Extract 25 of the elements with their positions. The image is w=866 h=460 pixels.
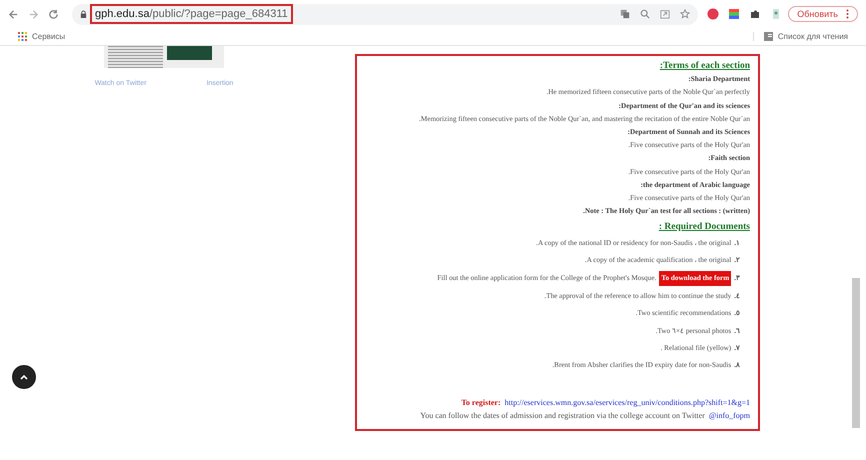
up-chevron-icon <box>19 372 29 382</box>
address-bar[interactable]: gph.edu.sa/public/?page=page_684311 <box>72 4 698 24</box>
more-menu-icon[interactable] <box>846 9 849 19</box>
register-label: To register: <box>461 397 501 410</box>
lock-icon <box>80 10 87 18</box>
twitter-handle-link[interactable]: @info_fopm <box>708 409 750 423</box>
twitter-note: You can follow the dates of admission and registration via the college account on Twitter <box>420 410 705 422</box>
reading-list-button[interactable]: Список для чтения <box>752 32 848 41</box>
apps-grid-icon <box>18 32 27 41</box>
reload-icon[interactable] <box>48 8 59 20</box>
share-icon[interactable] <box>660 9 670 19</box>
update-button[interactable]: Обновить <box>788 6 858 22</box>
forward-icon[interactable] <box>28 8 39 20</box>
search-icon[interactable] <box>640 9 650 19</box>
color-palette-icon[interactable] <box>728 8 740 20</box>
back-icon[interactable] <box>8 8 19 20</box>
star-icon[interactable] <box>680 9 690 19</box>
scroll-to-top-button[interactable] <box>12 365 36 389</box>
section-heading: :Terms of each section <box>660 60 750 73</box>
translate-icon[interactable] <box>620 9 630 19</box>
section-heading: : Required Documents <box>658 221 750 234</box>
bookmark-item[interactable]: Сервисы <box>18 32 66 41</box>
reading-list-icon <box>764 32 773 41</box>
url-text: gph.edu.sa/public/?page=page_684311 <box>92 6 291 22</box>
registration-link[interactable]: http://eservices.wmn.gov.sa/eservices/reg_univ/conditions.php?shift=1&g=1 <box>504 396 750 410</box>
